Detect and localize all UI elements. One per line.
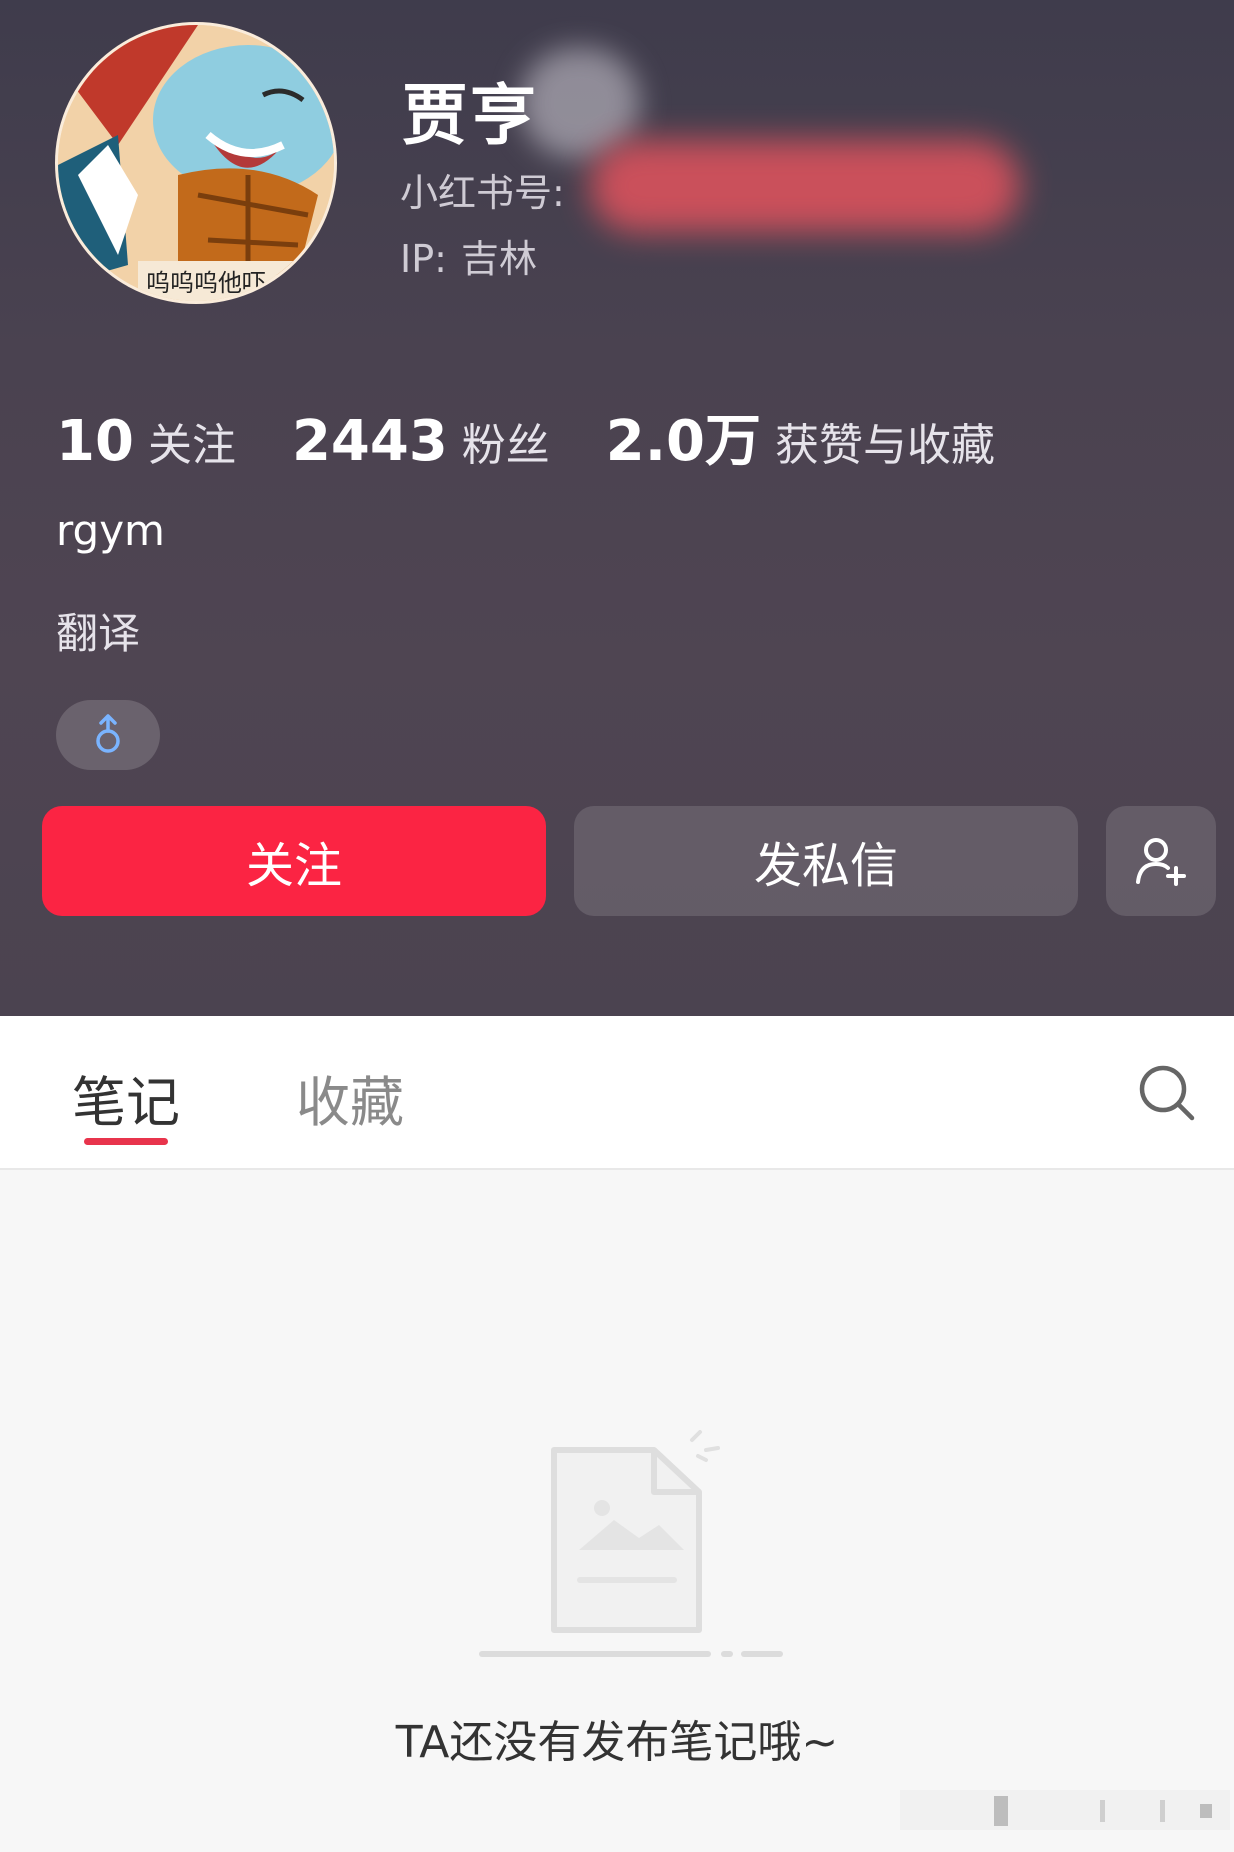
ip-label: IP: xyxy=(400,237,447,281)
search-button[interactable] xyxy=(1136,1062,1198,1124)
stat-likes-value: 2.0万 xyxy=(605,409,761,474)
ip-value: 吉林 xyxy=(460,237,537,281)
gender-badge xyxy=(56,700,160,770)
avatar[interactable]: 呜呜呜他吓 xyxy=(55,22,337,304)
stat-following[interactable]: 10 关注 xyxy=(56,409,236,474)
add-friend-button[interactable] xyxy=(1106,806,1216,916)
red-id-label: 小红书号: xyxy=(400,171,565,215)
stat-following-label: 关注 xyxy=(147,420,236,471)
follow-button[interactable]: 关注 xyxy=(42,806,546,916)
stat-followers-label: 粉丝 xyxy=(461,420,550,471)
red-id-redaction-blur xyxy=(590,140,1020,232)
add-user-icon xyxy=(1136,838,1186,886)
search-icon xyxy=(1139,1065,1195,1121)
stat-following-value: 10 xyxy=(56,409,134,474)
send-message-button[interactable]: 发私信 xyxy=(574,806,1078,916)
empty-notes-illustration xyxy=(474,1430,794,1674)
ip-location: IP: 吉林 xyxy=(400,228,537,283)
profile-header: 呜呜呜他吓 贾亨 小红书号: IP: 吉林 10 关注 2443 粉丝 2.0万 … xyxy=(0,0,1234,1016)
stat-followers[interactable]: 2443 粉丝 xyxy=(292,409,550,474)
stat-likes-collects[interactable]: 2.0万 获赞与收藏 xyxy=(606,396,995,477)
stat-followers-value: 2443 xyxy=(291,409,448,474)
active-tab-indicator xyxy=(84,1138,168,1145)
profile-name: 贾亨 xyxy=(402,77,538,154)
bio-line-2: 翻译 xyxy=(56,609,141,658)
avatar-caption: 呜呜呜他吓 xyxy=(146,269,266,297)
content-tabs: 笔记 收藏 xyxy=(0,1016,1234,1170)
empty-state-message: TA还没有发布笔记哦~ xyxy=(395,1717,839,1768)
stat-likes-label: 获赞与收藏 xyxy=(775,420,995,471)
tab-notes[interactable]: 笔记 xyxy=(72,1058,180,1137)
male-icon xyxy=(96,714,120,753)
watermark-strip xyxy=(900,1784,1230,1834)
profile-stats: 10 关注 2443 粉丝 2.0万 获赞与收藏 xyxy=(56,396,1051,474)
tab-collections[interactable]: 收藏 xyxy=(296,1058,404,1137)
bio-line-1: rgym xyxy=(56,506,165,555)
